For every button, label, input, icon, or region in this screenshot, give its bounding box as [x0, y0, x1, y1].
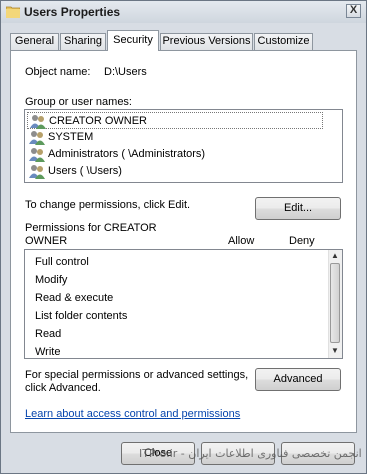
tab-general-label: General [14, 35, 55, 47]
tab-previous-versions-label: Previous Versions [162, 35, 251, 47]
tab-general[interactable]: General [10, 33, 59, 50]
user-row-system[interactable]: SYSTEM [27, 129, 324, 146]
tab-previous-versions[interactable]: Previous Versions [160, 33, 253, 50]
permissions-listbox[interactable]: Full control Modify Read & execute List … [24, 249, 343, 359]
user-group-icon [29, 148, 45, 162]
tab-customize[interactable]: Customize [254, 33, 313, 50]
users-listbox[interactable]: CREATOR OWNER SYSTEM Administrators ( \A… [24, 109, 343, 183]
close-icon: X [349, 4, 358, 16]
user-name: Users ( \Users) [48, 165, 122, 177]
security-panel: Object name: D:\Users Group or user name… [10, 50, 357, 433]
scroll-thumb[interactable] [330, 263, 340, 343]
user-name: CREATOR OWNER [49, 115, 147, 127]
user-name: SYSTEM [48, 131, 94, 143]
close-window-button[interactable]: X [346, 4, 361, 18]
user-name: Administrators ( \Administrators) [48, 148, 206, 160]
tab-sharing[interactable]: Sharing [60, 33, 106, 50]
user-row-creator-owner[interactable]: CREATOR OWNER [27, 112, 323, 129]
watermark-text: ITPro.ir - انجمن تخصصی فناوری اطلاعات ای… [139, 447, 362, 460]
tab-security[interactable]: Security [107, 30, 159, 51]
tab-sharing-label: Sharing [64, 35, 102, 47]
permission-row: List folder contents [35, 310, 128, 322]
user-group-icon [29, 131, 45, 145]
group-label: Group or user names: [25, 96, 132, 108]
user-group-icon [30, 115, 46, 129]
edit-button-label: Edit... [283, 202, 313, 214]
user-row-users[interactable]: Users ( \Users) [27, 163, 324, 180]
folder-icon [6, 6, 20, 18]
scroll-up-icon[interactable]: ▲ [331, 251, 339, 260]
advanced-button[interactable]: Advanced [255, 368, 341, 391]
learn-more-link[interactable]: Learn about access control and permissio… [25, 408, 240, 420]
user-group-icon [29, 165, 45, 179]
permission-row: Write [35, 346, 61, 358]
permission-row: Modify [35, 274, 68, 286]
permissions-scrollbar[interactable]: ▲ ▼ [328, 250, 342, 358]
tab-customize-label: Customize [257, 35, 310, 47]
properties-window: Users Properties X General Sharing Secur… [0, 0, 367, 474]
edit-button[interactable]: Edit... [255, 197, 341, 220]
deny-header: Deny [289, 235, 315, 247]
advanced-text-line2: click Advanced. [25, 382, 101, 394]
object-name-value: D:\Users [104, 66, 147, 78]
user-row-administrators[interactable]: Administrators ( \Administrators) [27, 146, 324, 163]
change-permissions-text: To change permissions, click Edit. [25, 199, 191, 211]
permissions-label-line1: Permissions for CREATOR [25, 222, 157, 234]
permission-row: Read & execute [35, 292, 114, 304]
advanced-button-label: Advanced [273, 373, 323, 385]
object-name-label: Object name: [25, 66, 91, 78]
advanced-text-line1: For special permissions or advanced sett… [25, 369, 249, 381]
permissions-label-line2: OWNER [25, 235, 68, 247]
permission-row: Read [35, 328, 62, 340]
tab-security-label: Security [113, 34, 153, 46]
title-bar[interactable]: Users Properties X [1, 1, 366, 23]
allow-header: Allow [228, 235, 255, 247]
window-title: Users Properties [24, 5, 121, 19]
scroll-down-icon[interactable]: ▼ [331, 346, 339, 355]
permission-row: Full control [35, 256, 89, 268]
